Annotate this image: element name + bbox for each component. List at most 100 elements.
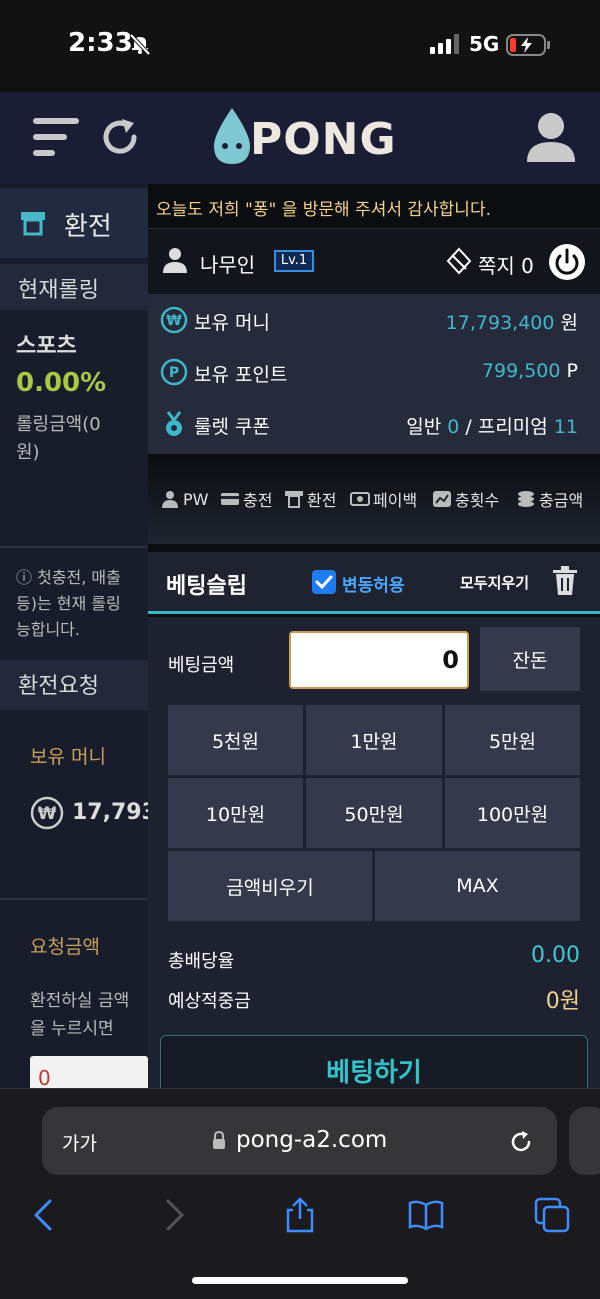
clear-all-button[interactable]: 모두지우기: [460, 572, 529, 593]
user-profile-icon[interactable]: [525, 112, 577, 162]
status-bar: 2:33 5G: [0, 0, 600, 92]
tab-exchange[interactable]: 환전: [0, 188, 148, 258]
logout-power-icon[interactable]: [548, 243, 586, 281]
expected-win-label: 예상적중금: [168, 991, 251, 1012]
change-button[interactable]: 잔돈: [480, 627, 580, 691]
bookmarks-icon[interactable]: [408, 1197, 444, 1233]
bell-muted-icon: [129, 33, 151, 56]
coins-icon: [518, 491, 534, 507]
next-tab-preview[interactable]: [569, 1107, 600, 1175]
network-type: 5G: [469, 32, 500, 56]
share-icon[interactable]: [282, 1197, 318, 1233]
atm-icon: [285, 491, 303, 508]
action-payback[interactable]: 페이백: [350, 486, 417, 512]
max-button[interactable]: MAX: [375, 851, 580, 921]
wallet-coupon-row: 룰렛 쿠폰 일반 0 / 프리미엄 11: [148, 398, 600, 450]
trash-icon[interactable]: [552, 566, 578, 596]
refresh-icon[interactable]: [100, 116, 142, 158]
quick-amount-1m[interactable]: 100만원: [445, 778, 580, 848]
betslip-title: 베팅슬립: [166, 574, 247, 599]
drop-mascot-icon: [214, 108, 250, 164]
tab-exchange-label: 환전: [64, 212, 112, 242]
action-deposit-amount[interactable]: 충금액: [516, 486, 583, 512]
status-time: 2:33: [68, 28, 133, 58]
site-header: PONG: [0, 92, 600, 184]
sport-label: 스포츠: [16, 334, 77, 359]
lock-icon: [213, 1131, 225, 1149]
tabs-icon[interactable]: [534, 1197, 570, 1233]
url-text: pong-a2.com: [236, 1127, 388, 1153]
battery-charging-icon: [506, 34, 550, 56]
allow-change-checkbox[interactable]: [312, 570, 336, 594]
text-size-button[interactable]: 가가: [62, 1129, 97, 1156]
svg-text:₩: ₩: [38, 804, 57, 824]
site-logo[interactable]: PONG: [210, 104, 410, 174]
exchange-page-background: 환전 현재롤링 스포츠 0.00% 롤링금액(0 원) ⓘ 첫충전, 매출 등)…: [0, 184, 148, 1088]
message-icon[interactable]: [446, 247, 472, 275]
atm-icon: [21, 212, 45, 236]
rolling-amount: 롤링금액(0: [16, 414, 101, 435]
svg-text:₩: ₩: [166, 313, 182, 329]
money-value: 17,793: [72, 800, 148, 825]
rolling-amount-unit: 원): [16, 442, 40, 463]
bet-amount-label: 베팅금액: [168, 655, 235, 676]
request-amount-label: 요청금액: [30, 936, 100, 958]
total-odds-value: 0.00: [531, 943, 580, 968]
sport-rate: 0.00%: [16, 368, 107, 398]
clear-amount-button[interactable]: 금액비우기: [168, 851, 372, 921]
won-icon: ₩: [30, 796, 64, 830]
request-desc-1: 환전하실 금액: [30, 991, 130, 1011]
cash-icon: [350, 492, 370, 506]
info-text-3: 능합니다.: [16, 620, 80, 639]
action-exchange[interactable]: 환전: [284, 486, 336, 512]
medal-icon: [166, 411, 182, 436]
message-count[interactable]: 쪽지 0: [478, 250, 534, 279]
betslip-header: 베팅슬립 변동허용 모두지우기: [148, 552, 600, 614]
cellular-signal-icon: [430, 34, 459, 54]
back-icon[interactable]: [26, 1197, 62, 1233]
wallet-point-row: P 보유 포인트 799,500 P: [148, 346, 600, 398]
exchange-request-header: 환전요청: [0, 660, 148, 710]
place-bet-button[interactable]: 베팅하기: [160, 1035, 588, 1088]
quick-amount-5k[interactable]: 5천원: [168, 705, 303, 775]
info-text-2: 등)는 현재 롤링: [16, 594, 121, 613]
chart-icon: [433, 491, 451, 507]
user-name: 나무인: [200, 253, 256, 277]
user-level-badge: Lv.1: [274, 250, 314, 272]
browser-toolbar: 가가 pong-a2.com: [0, 1088, 600, 1299]
user-betslip-panel: 오늘도 저희 "퐁" 을 방문해 주셔서 감사합니다. 나무인 Lv.1 쪽지 …: [148, 184, 600, 1088]
user-info-row: 나무인 Lv.1 쪽지 0: [148, 228, 600, 294]
menu-icon[interactable]: [33, 116, 81, 160]
money-label: 보유 머니: [30, 746, 106, 768]
betslip-body: 베팅금액 잔돈 5천원 1만원 5만원 10만원 50만원 100만원 금액비우…: [148, 617, 600, 1088]
quick-amount-50k[interactable]: 5만원: [445, 705, 580, 775]
allow-change-label[interactable]: 변동허용: [342, 571, 405, 596]
quick-amount-500k[interactable]: 50만원: [306, 778, 442, 848]
action-deposit[interactable]: 충전: [220, 486, 272, 512]
welcome-notice: 오늘도 저희 "퐁" 을 방문해 주셔서 감사합니다.: [148, 184, 600, 226]
request-desc-2: 을 누르시면: [30, 1019, 114, 1039]
card-icon: [221, 493, 239, 505]
request-amount-input[interactable]: 0: [30, 1056, 148, 1088]
bet-amount-input[interactable]: [289, 631, 469, 689]
total-odds-label: 총배당율: [168, 951, 235, 972]
wallet-summary: ₩ 보유 머니 17,793,400 원 P 보유 포인트 799,500 P …: [148, 294, 600, 454]
wallet-money-row: ₩ 보유 머니 17,793,400 원: [148, 294, 600, 346]
point-icon: P: [160, 358, 188, 386]
svg-text:P: P: [169, 365, 179, 381]
forward-icon[interactable]: [156, 1197, 192, 1233]
expected-win-value: 0원: [545, 989, 580, 1014]
info-text-1: ⓘ 첫충전, 매출: [16, 568, 121, 587]
divider: [0, 898, 148, 900]
quick-amount-10k[interactable]: 1만원: [306, 705, 442, 775]
won-icon: ₩: [160, 306, 188, 334]
reload-icon[interactable]: [508, 1129, 534, 1155]
rolling-header: 현재롤링: [0, 264, 148, 310]
home-indicator: [192, 1277, 408, 1284]
address-bar[interactable]: 가가 pong-a2.com: [42, 1107, 557, 1175]
user-icon: [163, 248, 187, 273]
quick-amount-100k[interactable]: 10만원: [168, 778, 303, 848]
action-deposit-count[interactable]: 충횟수: [432, 486, 499, 512]
action-password[interactable]: PW: [160, 486, 208, 512]
user-icon: [162, 491, 178, 508]
